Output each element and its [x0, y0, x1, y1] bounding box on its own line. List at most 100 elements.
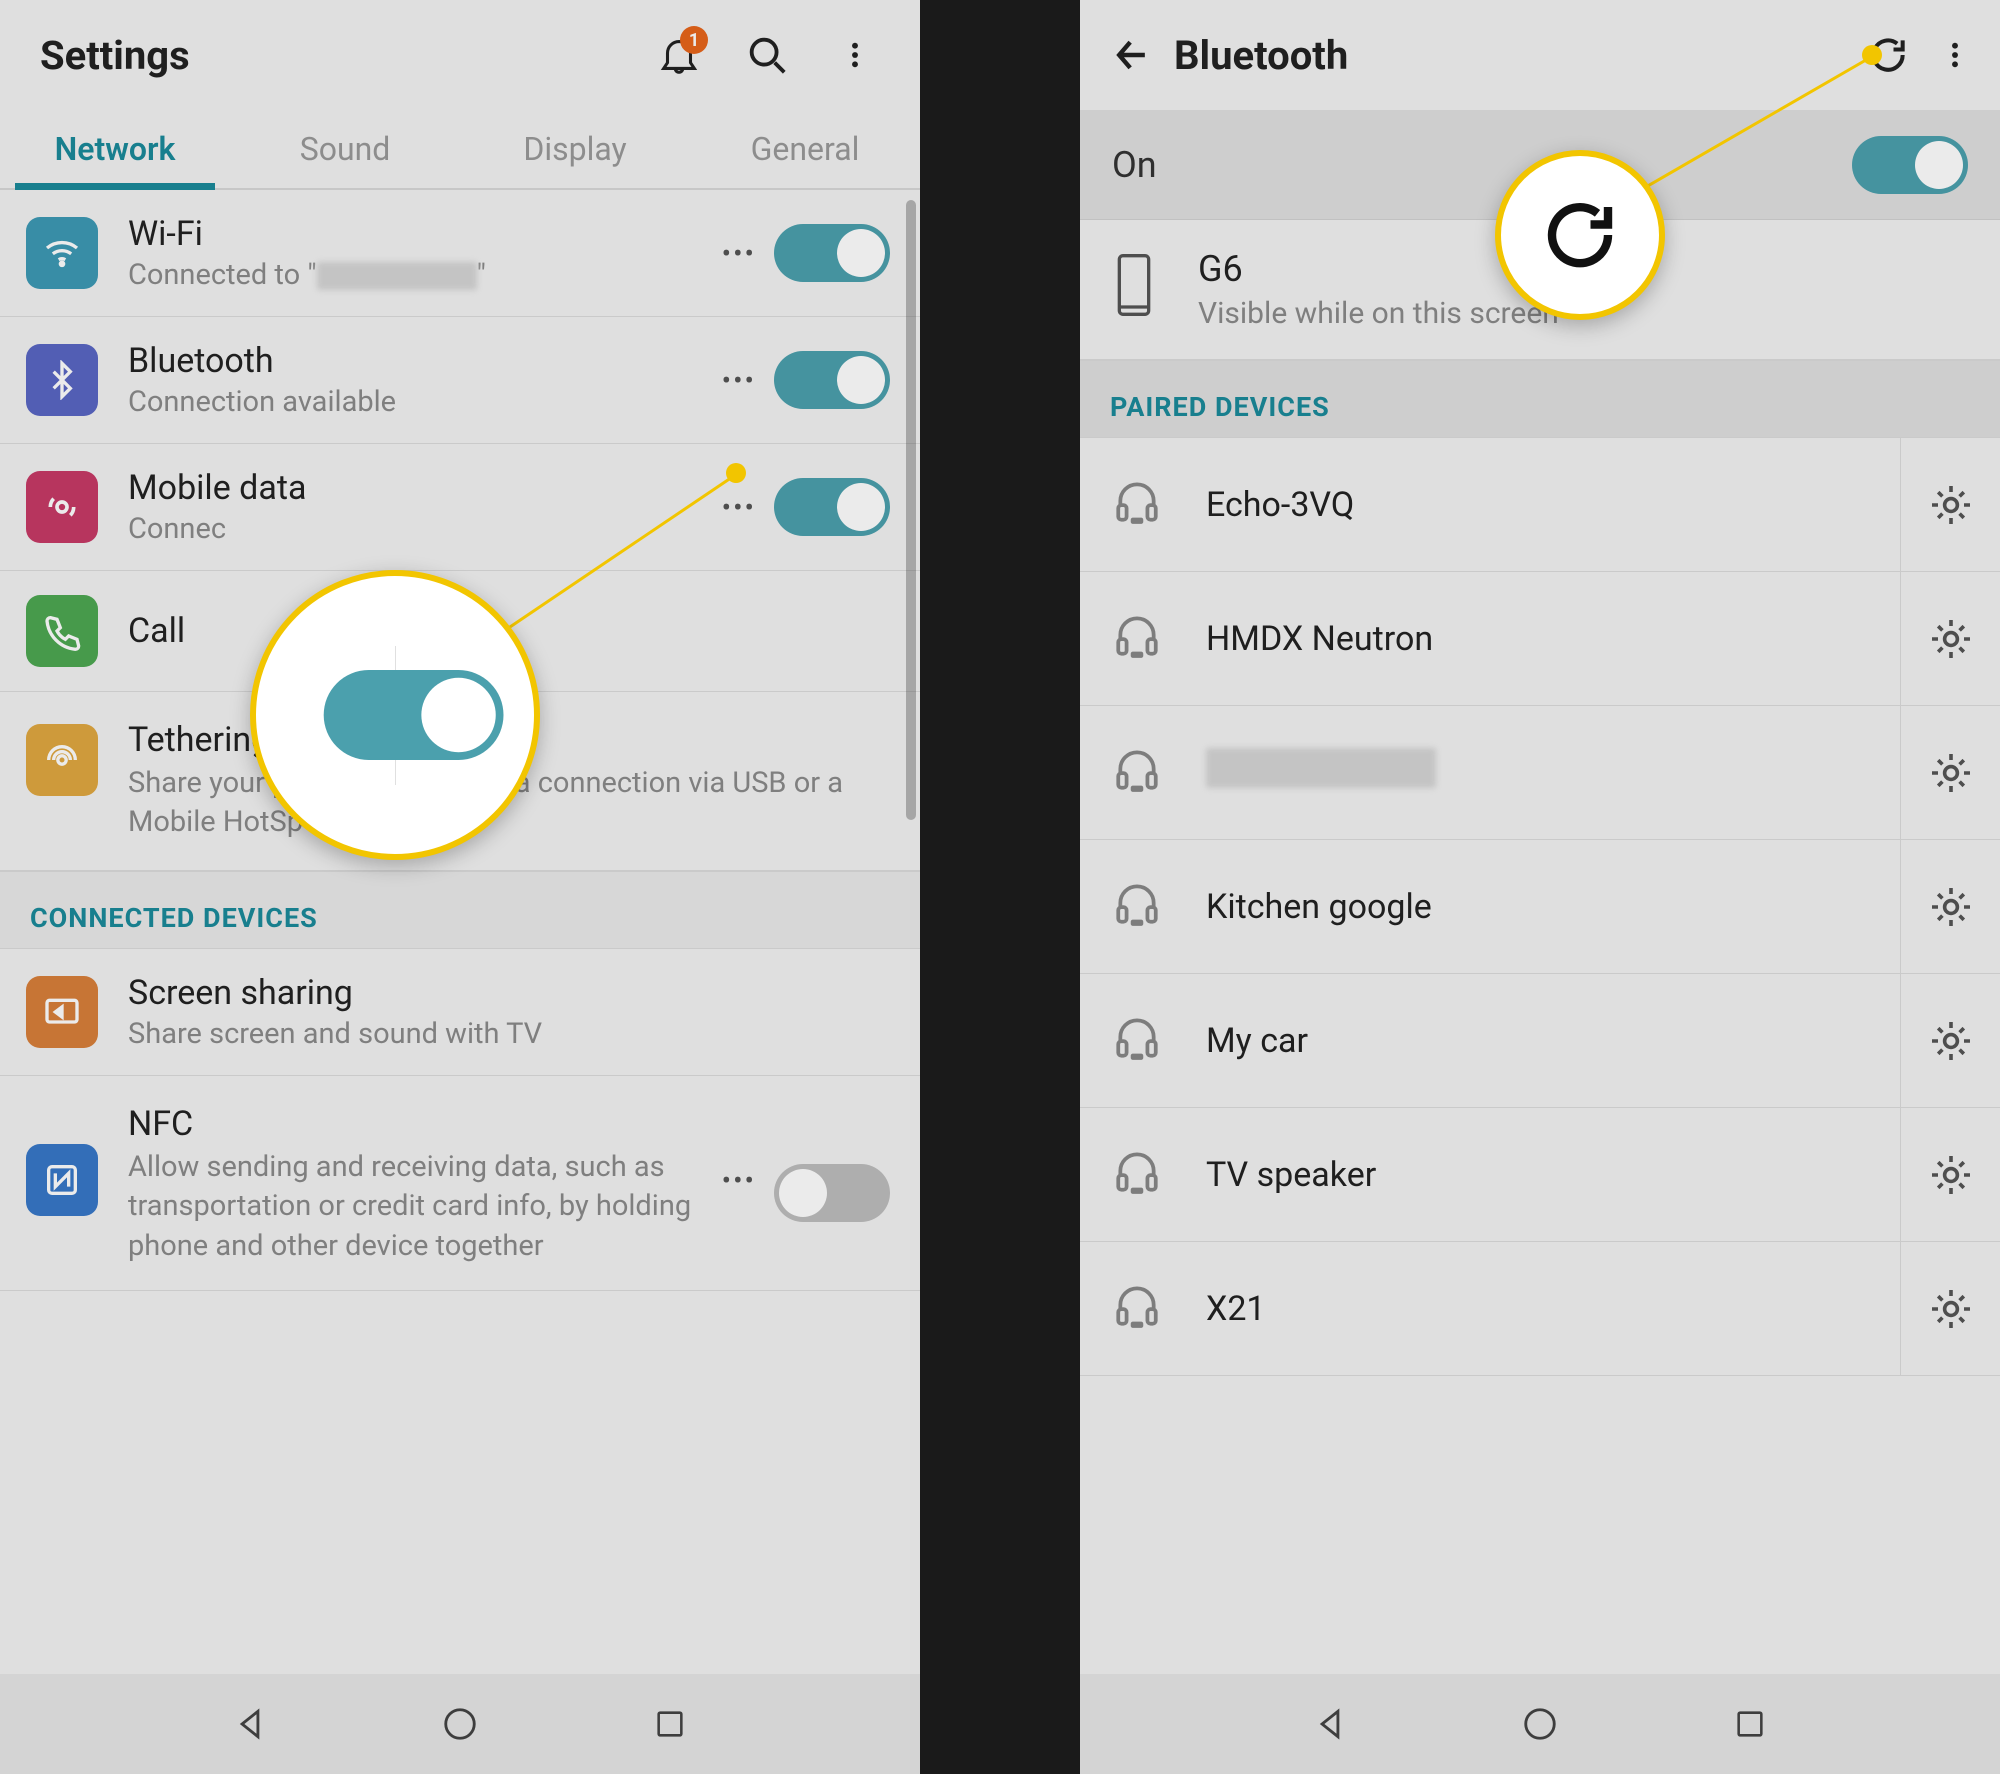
overview-nav-button[interactable]: [1725, 1699, 1775, 1749]
navigation-bar: [1080, 1674, 2000, 1774]
tethering-icon: [26, 724, 98, 796]
bt-on-label: On: [1112, 144, 1852, 186]
paired-devices-list: Echo-3VQ HMDX Neutron Kitchen google My car…: [1080, 438, 2000, 1376]
call-icon: [26, 595, 98, 667]
wifi-more-button[interactable]: •••: [704, 237, 774, 270]
paired-device-row[interactable]: HMDX Neutron: [1080, 572, 2000, 706]
row-mobile-data[interactable]: Mobile data Connec •••: [0, 444, 920, 571]
device-settings-button[interactable]: [1900, 572, 2000, 705]
notifications-button[interactable]: 1: [644, 20, 714, 90]
row-bluetooth[interactable]: Bluetooth Connection available •••: [0, 317, 920, 444]
screen-sharing-icon: [26, 976, 98, 1048]
headphone-icon: [1112, 744, 1170, 802]
row-wifi[interactable]: Wi-Fi Connected to "" •••: [0, 190, 920, 317]
screen-sharing-subtitle: Share screen and sound with TV: [128, 1017, 890, 1051]
back-nav-button[interactable]: [1305, 1699, 1355, 1749]
vertical-dots-icon: [839, 33, 871, 77]
callout-refresh-zoom: [1495, 150, 1665, 320]
device-name: Kitchen google: [1206, 887, 1432, 927]
more-options-button[interactable]: [820, 20, 890, 90]
device-name: My car: [1206, 1021, 1308, 1061]
device-name-redacted: [1206, 748, 1436, 788]
device-settings-button[interactable]: [1900, 438, 2000, 571]
arrow-left-icon: [1110, 33, 1154, 77]
device-settings-button[interactable]: [1900, 1108, 2000, 1241]
headphone-icon: [1112, 878, 1170, 936]
connected-devices-header: CONNECTED DEVICES: [0, 871, 920, 949]
bluetooth-more-button[interactable]: •••: [704, 364, 774, 397]
paired-device-row[interactable]: X21: [1080, 1242, 2000, 1376]
device-name: TV speaker: [1206, 1155, 1376, 1195]
wifi-ssid-redacted: [317, 262, 477, 290]
refresh-icon: [1538, 193, 1622, 277]
bluetooth-toggle[interactable]: [774, 351, 890, 409]
nfc-icon: [26, 1144, 98, 1216]
search-button[interactable]: [732, 20, 802, 90]
home-nav-button[interactable]: [1515, 1699, 1565, 1749]
callout-anchor-dot: [726, 463, 746, 483]
bluetooth-subtitle: Connection available: [128, 385, 704, 419]
mobile-data-subtitle: Connec: [128, 512, 704, 546]
phone-divider: [920, 0, 1080, 1774]
headphone-icon: [1112, 1012, 1170, 1070]
settings-tabs: Network Sound Display General: [0, 110, 920, 190]
settings-screen: Settings 1 Network Sound Display General…: [0, 0, 920, 1774]
settings-topbar: Settings 1: [0, 0, 920, 110]
paired-device-row[interactable]: [1080, 706, 2000, 840]
device-settings-button[interactable]: [1900, 1242, 2000, 1375]
device-name: Echo-3VQ: [1206, 485, 1354, 525]
screen-sharing-title: Screen sharing: [128, 973, 890, 1013]
nfc-more-button[interactable]: •••: [704, 1164, 774, 1197]
wifi-toggle[interactable]: [774, 224, 890, 282]
bt-more-options-button[interactable]: [1930, 23, 1980, 87]
mobile-data-more-button[interactable]: •••: [704, 491, 774, 524]
paired-device-row[interactable]: My car: [1080, 974, 2000, 1108]
square-overview-icon: [1733, 1707, 1767, 1741]
triangle-back-icon: [231, 1705, 269, 1743]
wifi-icon: [26, 217, 98, 289]
tab-sound[interactable]: Sound: [230, 110, 460, 188]
self-device-sub: Visible while on this screen: [1198, 296, 1559, 331]
device-settings-button[interactable]: [1900, 706, 2000, 839]
mobile-data-toggle[interactable]: [774, 478, 890, 536]
paired-device-row[interactable]: Echo-3VQ: [1080, 438, 2000, 572]
mobile-data-icon: [26, 471, 98, 543]
paired-device-row[interactable]: Kitchen google: [1080, 840, 2000, 974]
back-nav-button[interactable]: [225, 1699, 275, 1749]
headphone-icon: [1112, 1146, 1170, 1204]
scrollbar[interactable]: [906, 200, 916, 820]
phone-icon: [1112, 252, 1162, 322]
home-nav-button[interactable]: [435, 1699, 485, 1749]
back-button[interactable]: [1100, 23, 1164, 87]
device-settings-button[interactable]: [1900, 840, 2000, 973]
paired-device-row[interactable]: TV speaker: [1080, 1108, 2000, 1242]
circle-home-icon: [1521, 1705, 1559, 1743]
square-overview-icon: [653, 1707, 687, 1741]
callout-toggle-visual: [324, 670, 504, 760]
callout-toggle-zoom: [250, 570, 540, 860]
headphone-icon: [1112, 610, 1170, 668]
tab-network[interactable]: Network: [0, 110, 230, 188]
row-nfc[interactable]: NFC Allow sending and receiving data, su…: [0, 1076, 920, 1290]
notifications-badge: 1: [680, 26, 708, 54]
page-title: Settings: [40, 32, 626, 79]
search-icon: [744, 32, 790, 78]
navigation-bar: [0, 1674, 920, 1774]
nfc-subtitle: Allow sending and receiving data, such a…: [128, 1148, 704, 1265]
wifi-title: Wi-Fi: [128, 214, 704, 254]
device-settings-button[interactable]: [1900, 974, 2000, 1107]
row-screen-sharing[interactable]: Screen sharing Share screen and sound wi…: [0, 949, 920, 1076]
bluetooth-title: Bluetooth: [128, 341, 704, 381]
settings-list[interactable]: Wi-Fi Connected to "" ••• Bluetooth Conn…: [0, 190, 920, 1674]
tab-general[interactable]: General: [690, 110, 920, 188]
nfc-title: NFC: [128, 1104, 704, 1144]
bluetooth-icon: [26, 344, 98, 416]
circle-home-icon: [441, 1705, 479, 1743]
triangle-back-icon: [1311, 1705, 1349, 1743]
headphone-icon: [1112, 1280, 1170, 1338]
nfc-toggle[interactable]: [774, 1164, 890, 1222]
tab-display[interactable]: Display: [460, 110, 690, 188]
bt-master-toggle[interactable]: [1852, 136, 1968, 194]
device-name: HMDX Neutron: [1206, 619, 1433, 659]
overview-nav-button[interactable]: [645, 1699, 695, 1749]
